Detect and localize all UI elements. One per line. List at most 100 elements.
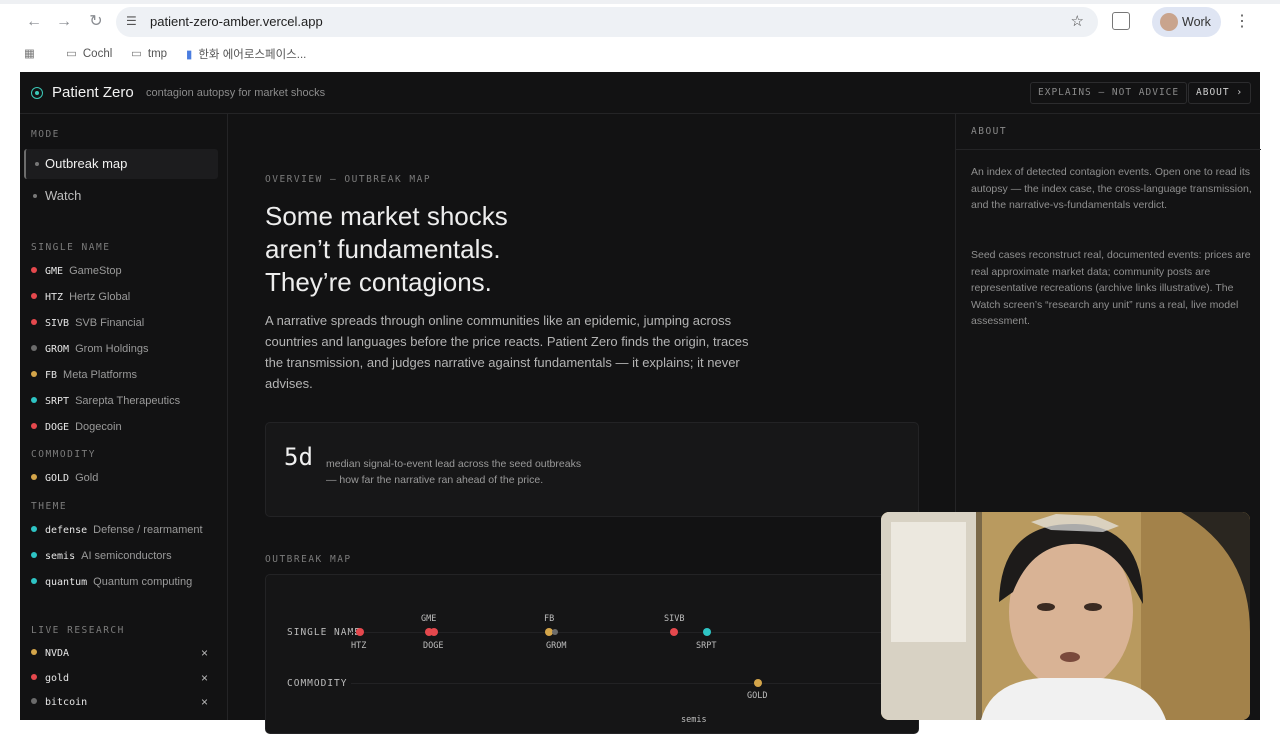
theme-section-title: THEME	[31, 501, 68, 512]
sidebar-item-fb[interactable]: FB Meta Platforms	[31, 367, 137, 383]
map-marker-htz[interactable]	[356, 628, 364, 636]
stat-description: median signal-to-event lead across the s…	[326, 458, 582, 486]
map-label-semis: semis	[681, 715, 707, 725]
overview-kicker: OVERVIEW — OUTBREAK MAP	[265, 174, 432, 185]
bookmark-star-icon[interactable]: ☆	[1071, 12, 1084, 30]
webcam-feed	[881, 512, 1250, 720]
lane-label-single-name: SINGLE NAME	[287, 627, 361, 638]
lane-line	[351, 683, 911, 684]
mode-watch[interactable]: Watch	[24, 181, 218, 211]
map-label-sivb: SIVB	[664, 614, 685, 624]
intro-paragraph: A narrative spreads through online commu…	[265, 313, 749, 391]
status-dot	[31, 526, 37, 532]
status-dot	[31, 552, 37, 558]
main-content: OVERVIEW — OUTBREAK MAP Some market shoc…	[229, 114, 955, 734]
logo-icon	[31, 87, 43, 99]
map-label-grom: GROM	[546, 641, 567, 651]
commodity-section-title: COMMODITY	[31, 449, 96, 460]
status-dot	[31, 371, 37, 377]
bookmark-cochl[interactable]: ▭ Cochl	[66, 46, 112, 60]
map-label-gme: GME	[421, 614, 437, 624]
profile-button[interactable]: Work	[1152, 7, 1221, 37]
mode-outbreak-map[interactable]: Outbreak map	[24, 149, 218, 179]
page-title: Some market shocks aren’t fundamentals. …	[265, 201, 508, 297]
url-text[interactable]: patient-zero-amber.vercel.app	[150, 14, 323, 29]
status-dot	[31, 698, 37, 704]
map-marker-grom[interactable]	[552, 629, 558, 635]
menu-icon[interactable]: ⋮	[1234, 11, 1250, 31]
folder-icon: ▭	[131, 48, 142, 60]
sidebar-item-gme[interactable]: GME GameStop	[31, 263, 122, 279]
sidebar: MODE Outbreak map Watch SINGLE NAME GME G…	[20, 114, 228, 720]
status-dot	[31, 397, 37, 403]
reload-icon[interactable]: ↻	[85, 12, 107, 32]
forward-icon[interactable]: →	[53, 12, 75, 32]
map-marker-srpt[interactable]	[703, 628, 711, 636]
tab-strip	[0, 0, 1280, 4]
outbreak-map: SINGLE NAME COMMODITY GME FB SIVB HTZ DO…	[265, 574, 919, 734]
sidebar-item-grom[interactable]: GROM Grom Holdings	[31, 341, 148, 357]
sidebar-item-quantum[interactable]: quantum Quantum computing	[31, 574, 192, 590]
remove-icon[interactable]: ×	[201, 645, 208, 661]
apps-icon[interactable]: ▦	[24, 46, 41, 60]
status-dot	[31, 319, 37, 325]
site-settings-icon[interactable]: ☰	[126, 13, 142, 29]
map-marker-gold[interactable]	[754, 679, 762, 687]
about-paragraph-2: Seed cases reconstruct real, documented …	[971, 249, 1251, 327]
single-name-section-title: SINGLE NAME	[31, 242, 111, 253]
map-label-fb: FB	[544, 614, 555, 624]
avatar	[1160, 13, 1178, 31]
extensions-icon[interactable]	[1112, 12, 1130, 30]
webcam-overlay	[881, 512, 1250, 720]
bullet-icon	[33, 194, 37, 198]
lead-stat-card: 5d median signal-to-event lead across th…	[265, 422, 919, 517]
map-label-htz: HTZ	[351, 641, 367, 651]
top-bar: Patient Zero contagion autopsy for marke…	[20, 72, 1260, 114]
sidebar-item-htz[interactable]: HTZ Hertz Global	[31, 289, 130, 305]
status-dot	[31, 293, 37, 299]
about-panel-title: ABOUT	[956, 114, 1261, 150]
status-dot	[31, 267, 37, 273]
profile-label: Work	[1182, 15, 1211, 29]
map-label-gold: GOLD	[747, 691, 768, 701]
bookmark-hanwha[interactable]: ▮ 한화 에어로스페이스...	[186, 46, 306, 62]
status-dot	[31, 345, 37, 351]
live-item-gold[interactable]: gold ×	[31, 670, 221, 686]
about-paragraph-1: An index of detected contagion events. O…	[971, 166, 1252, 211]
live-item-bitcoin[interactable]: bitcoin ×	[31, 694, 221, 710]
sidebar-item-gold[interactable]: GOLD Gold	[31, 470, 98, 486]
status-dot	[31, 578, 37, 584]
sidebar-item-doge[interactable]: DOGE Dogecoin	[31, 419, 122, 435]
status-dot	[31, 649, 37, 655]
sidebar-item-semis[interactable]: semis AI semiconductors	[31, 548, 172, 564]
map-label-doge: DOGE	[423, 641, 444, 651]
remove-icon[interactable]: ×	[201, 694, 208, 710]
status-dot	[31, 674, 37, 680]
status-dot	[31, 423, 37, 429]
status-dot	[31, 474, 37, 480]
folder-icon: ▭	[66, 48, 77, 60]
sidebar-item-sivb[interactable]: SIVB SVB Financial	[31, 315, 144, 331]
tagline: contagion autopsy for market shocks	[146, 87, 326, 99]
map-marker-sivb[interactable]	[670, 628, 678, 636]
sidebar-item-defense[interactable]: defense Defense / rearmament	[31, 522, 203, 538]
brand-title[interactable]: Patient Zero	[52, 84, 134, 101]
stat-value: 5d	[284, 443, 313, 471]
remove-icon[interactable]: ×	[201, 670, 208, 686]
about-button[interactable]: ABOUT ›	[1188, 82, 1252, 104]
live-item-nvda[interactable]: NVDA ×	[31, 645, 221, 661]
bullet-icon	[35, 162, 39, 166]
outbreak-map-title: OUTBREAK MAP	[265, 554, 352, 565]
map-marker-doge[interactable]	[430, 628, 438, 636]
address-bar[interactable]: ☰ patient-zero-amber.vercel.app ☆	[116, 7, 1098, 37]
bookmarks-bar: ▦ ▭ Cochl ▭ tmp ▮ 한화 에어로스페이스...	[0, 42, 1280, 66]
bookmark-tmp[interactable]: ▭ tmp	[131, 46, 167, 60]
mode-section-title: MODE	[31, 129, 60, 140]
sidebar-item-srpt[interactable]: SRPT Sarepta Therapeutics	[31, 393, 180, 409]
map-label-srpt: SRPT	[696, 641, 717, 651]
live-research-section-title: LIVE RESEARCH	[31, 625, 125, 636]
explains-badge: EXPLAINS — NOT ADVICE	[1030, 82, 1188, 104]
back-icon[interactable]: ←	[23, 12, 45, 32]
browser-chrome: ← → ↻ ☰ patient-zero-amber.vercel.app ☆ …	[0, 0, 1280, 72]
doc-icon: ▮	[186, 49, 193, 61]
